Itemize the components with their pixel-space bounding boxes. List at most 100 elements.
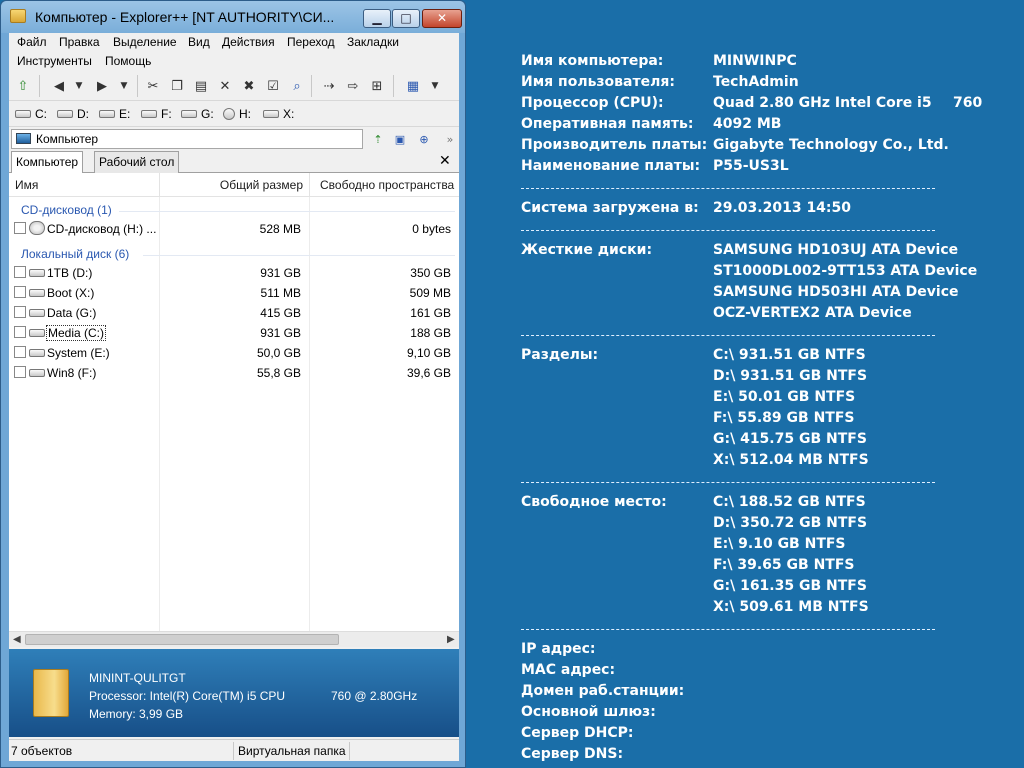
chevron-more-icon[interactable]: » [441,131,459,149]
drive-g-button[interactable]: G: [181,107,214,121]
list-item[interactable]: System (E:) 50,0 GB 9,10 GB [9,343,459,363]
column-free-header[interactable]: Свободно пространства [320,178,454,192]
row-checkbox[interactable] [14,286,26,298]
drive-x-button[interactable]: X: [263,107,294,121]
tab-bar: Компьютер Рабочий стол ✕ [9,151,459,174]
title-bar[interactable]: Компьютер - Explorer++ [NT AUTHORITY\СИ.… [1,1,465,33]
toolbar-separator [39,75,40,97]
processor-model: 760 @ 2.80GHz [331,689,418,703]
scrollbar-thumb[interactable] [25,634,339,645]
menu-tools[interactable]: Инструменты [17,54,92,68]
list-item[interactable]: Data (G:) 415 GB 161 GB [9,303,459,323]
client-area: Файл Правка Выделение Вид Действия Перех… [9,33,459,761]
properties-icon[interactable]: ☑ [263,76,283,96]
drive-icon [29,369,45,377]
list-item[interactable]: Media (C:) 931 GB 188 GB [9,323,459,343]
horizontal-scrollbar[interactable]: ◀ ▶ [9,631,459,647]
back-dropdown-icon[interactable]: ▼ [69,76,89,96]
address-input[interactable]: Компьютер [11,129,363,149]
drive-c-button[interactable]: C: [15,107,47,121]
drive-label: C: [35,107,47,121]
new-folder-icon[interactable]: ⊞ [367,76,387,96]
menu-help[interactable]: Помощь [105,54,151,68]
menu-select[interactable]: Выделение [113,35,177,49]
menu-actions[interactable]: Действия [222,35,275,49]
toolbar-separator [311,75,312,97]
item-name: Win8 (F:) [47,366,97,380]
delete-permanent-icon[interactable]: ✖ [239,76,259,96]
column-name-header[interactable]: Имя [15,178,38,192]
views-dropdown-icon[interactable]: ▼ [425,76,445,96]
scroll-right-icon[interactable]: ▶ [447,634,455,645]
copy-icon[interactable]: ❐ [167,76,187,96]
address-value: Компьютер [36,132,99,146]
separator-line [521,188,935,189]
group-header-cd[interactable]: CD-дисковод (1) [21,203,112,217]
boot-time-value: 29.03.2013 14:50 [713,200,852,216]
hostname-label: Имя компьютера: [521,53,664,69]
free-space-item: E:\ 9.10 GB NTFS [713,536,846,552]
list-item[interactable]: Win8 (F:) 55,8 GB 39,6 GB [9,363,459,383]
menu-go[interactable]: Переход [287,35,335,49]
list-item[interactable]: 1TB (D:) 931 GB 350 GB [9,263,459,283]
menu-view[interactable]: Вид [188,35,210,49]
list-item[interactable]: Boot (X:) 511 MB 509 MB [9,283,459,303]
drive-h-button[interactable]: H: [223,107,251,121]
row-checkbox[interactable] [14,366,26,378]
drive-d-button[interactable]: D: [57,107,89,121]
column-size-header[interactable]: Общий размер [220,178,303,192]
group-divider [143,255,455,256]
row-checkbox[interactable] [14,222,26,234]
menu-edit[interactable]: Правка [59,35,100,49]
toolbar-separator [393,75,394,97]
menu-bookmarks[interactable]: Закладки [347,35,399,49]
row-checkbox[interactable] [14,346,26,358]
drive-label: H: [239,107,251,121]
up-folder-icon[interactable]: ⇧ [13,76,33,96]
close-button[interactable]: ✕ [422,9,462,28]
column-divider[interactable] [159,173,160,197]
maximize-button[interactable]: □ [392,9,420,28]
drives-bar: C: D: E: F: G: H: X: [9,101,459,127]
disks-label: Жесткие диски: [521,242,653,258]
board-vendor-value: Gigabyte Technology Co., Ltd. [713,137,949,153]
forward-icon[interactable]: ▶ [92,76,112,96]
status-separator [233,742,234,760]
item-free: 0 bytes [412,222,451,236]
tab-computer[interactable]: Компьютер [11,151,84,174]
status-bar: 7 объектов Виртуальная папка [9,739,459,761]
item-free: 9,10 GB [406,346,451,360]
row-checkbox[interactable] [14,306,26,318]
minimize-button[interactable]: ▁ [363,9,391,28]
close-tab-icon[interactable]: ✕ [439,153,451,169]
drive-e-button[interactable]: E: [99,107,130,121]
board-vendor-label: Производитель платы: [521,137,708,153]
views-icon[interactable]: ▦ [403,76,423,96]
menu-file[interactable]: Файл [17,35,47,49]
back-icon[interactable]: ◀ [49,76,69,96]
drive-f-button[interactable]: F: [141,107,172,121]
paste-icon[interactable]: ▤ [191,76,211,96]
search-icon[interactable]: ⌕ [287,76,307,96]
file-list[interactable]: Имя Общий размер Свободно пространства C… [9,173,459,631]
row-checkbox[interactable] [14,326,26,338]
cut-icon[interactable]: ✂ [143,76,163,96]
free-space-item: G:\ 161.35 GB NTFS [713,578,867,594]
forward-dropdown-icon[interactable]: ▼ [114,76,134,96]
folder-type: Виртуальная папка [238,744,346,758]
copy-to-icon[interactable]: ⇢ [319,76,339,96]
item-size: 415 GB [260,306,301,320]
list-item[interactable]: CD-дисковод (H:) ... 528 MB 0 bytes [9,219,459,239]
item-size: 931 GB [260,326,301,340]
move-to-icon[interactable]: ⇨ [343,76,363,96]
partitions-label: Разделы: [521,347,599,363]
group-header-local[interactable]: Локальный диск (6) [21,247,129,261]
row-checkbox[interactable] [14,266,26,278]
tab-desktop[interactable]: Рабочий стол [94,151,180,173]
go-up-icon[interactable]: ⇡ [369,131,387,149]
column-divider[interactable] [309,173,310,197]
network-icon[interactable]: ⊕ [415,131,433,149]
delete-icon[interactable]: ✕ [215,76,235,96]
scroll-left-icon[interactable]: ◀ [13,634,21,645]
folders-icon[interactable]: ▣ [391,131,409,149]
